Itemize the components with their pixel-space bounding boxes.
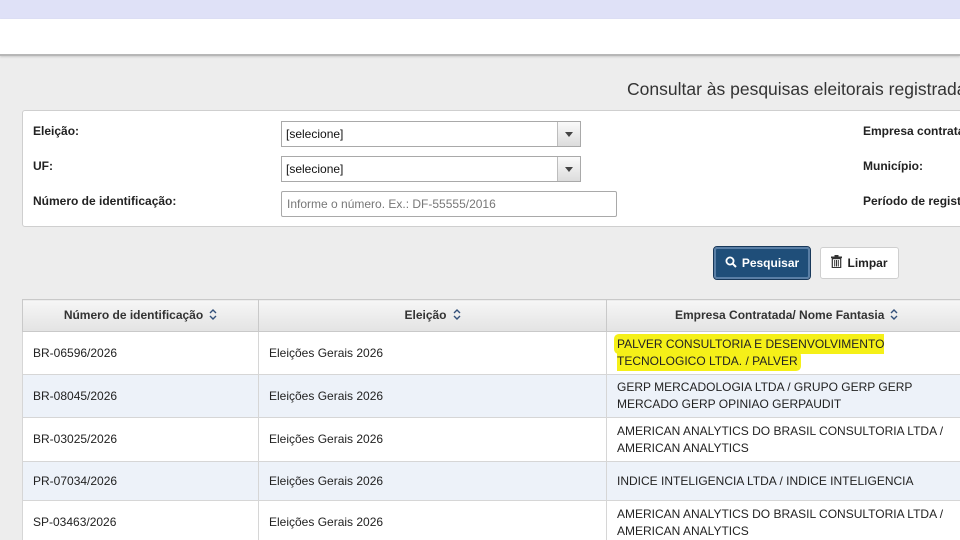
table-row[interactable]: BR-08045/2026 Eleições Gerais 2026 GERP … [22,374,960,418]
uf-label: UF: [33,159,53,173]
municipio-label: Município: [863,159,923,173]
cell-numero[interactable]: SP-03463/2026 [22,500,259,540]
table-row[interactable]: BR-03025/2026 Eleições Gerais 2026 AMERI… [22,417,960,462]
cell-empresa: PALVER CONSULTORIA E DESENVOLVIMENTO TEC… [606,331,960,375]
cell-numero[interactable]: BR-03025/2026 [22,417,259,462]
cell-eleicao: Eleições Gerais 2026 [258,374,607,418]
search-button-label: Pesquisar [741,256,800,270]
eleicao-label: Eleição: [33,124,80,138]
uf-select[interactable]: [selecione] [281,156,581,182]
cell-eleicao: Eleições Gerais 2026 [258,500,607,540]
numero-label: Número de identificação: [33,194,177,208]
sort-icon[interactable] [890,308,898,323]
table-row[interactable]: SP-03463/2026 Eleições Gerais 2026 AMERI… [22,500,960,540]
cell-eleicao: Eleições Gerais 2026 [258,331,607,375]
table-header-row: Número de identificação Eleição Empresa … [22,299,960,332]
clear-button[interactable]: Limpar [820,247,899,279]
empresa-label: Empresa contratada [863,124,960,138]
clear-button-label: Limpar [847,256,888,270]
page-title: Consultar às pesquisas eleitorais regist… [627,79,960,99]
eleicao-select-value: [selecione] [286,127,344,141]
column-header-empresa[interactable]: Empresa Contratada/ Nome Fantasia [606,299,960,332]
cell-eleicao: Eleições Gerais 2026 [258,417,607,462]
cell-empresa: AMERICAN ANALYTICS DO BRASIL CONSULTORIA… [606,500,960,540]
cell-eleicao: Eleições Gerais 2026 [258,461,607,501]
header-bar [0,19,960,56]
search-icon [725,256,737,271]
sort-icon[interactable] [453,308,461,323]
column-header-eleicao[interactable]: Eleição [258,299,607,332]
results-table: Número de identificação Eleição Empresa … [22,299,960,540]
chevron-down-icon[interactable] [557,157,580,181]
periodo-label: Período de registro [863,194,960,208]
table-row[interactable]: BR-06596/2026 Eleições Gerais 2026 PALVE… [22,331,960,375]
top-band [0,0,960,19]
cell-empresa: AMERICAN ANALYTICS DO BRASIL CONSULTORIA… [606,417,960,462]
chevron-down-icon[interactable] [557,122,580,146]
column-header-numero[interactable]: Número de identificação [22,299,259,332]
cell-empresa: INDICE INTELIGENCIA LTDA / INDICE INTELI… [606,461,960,501]
numero-input[interactable] [281,191,617,217]
cell-numero[interactable]: BR-06596/2026 [22,331,259,375]
table-row[interactable]: PR-07034/2026 Eleições Gerais 2026 INDIC… [22,461,960,501]
search-button[interactable]: Pesquisar [713,246,811,280]
trash-icon [831,255,843,271]
highlighted-company: PALVER CONSULTORIA E DESENVOLVIMENTO TEC… [617,337,885,368]
cell-empresa: GERP MERCADOLOGIA LTDA / GRUPO GERP GERP… [606,374,960,418]
eleicao-select[interactable]: [selecione] [281,121,581,147]
filter-panel: Eleição: [selecione] UF: [selecione] Núm… [22,110,960,227]
sort-icon[interactable] [209,308,217,323]
uf-select-value: [selecione] [286,162,344,176]
cell-numero[interactable]: PR-07034/2026 [22,461,259,501]
cell-numero[interactable]: BR-08045/2026 [22,374,259,418]
